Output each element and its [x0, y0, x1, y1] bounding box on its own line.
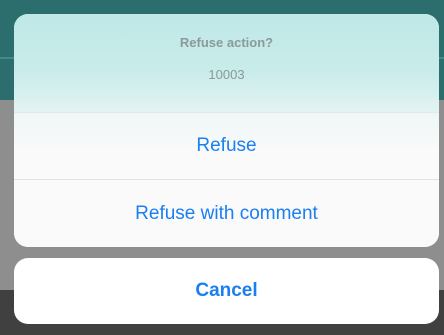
action-sheet: Refuse action? 10003 Refuse Refuse with …: [14, 14, 439, 247]
action-sheet-header: Refuse action? 10003: [14, 14, 439, 112]
cancel-button[interactable]: Cancel: [14, 258, 439, 324]
action-sheet-title: Refuse action?: [179, 35, 274, 50]
refuse-button[interactable]: Refuse: [14, 112, 439, 179]
refuse-with-comment-button[interactable]: Refuse with comment: [14, 179, 439, 247]
action-sheet-message: 10003: [208, 67, 245, 82]
